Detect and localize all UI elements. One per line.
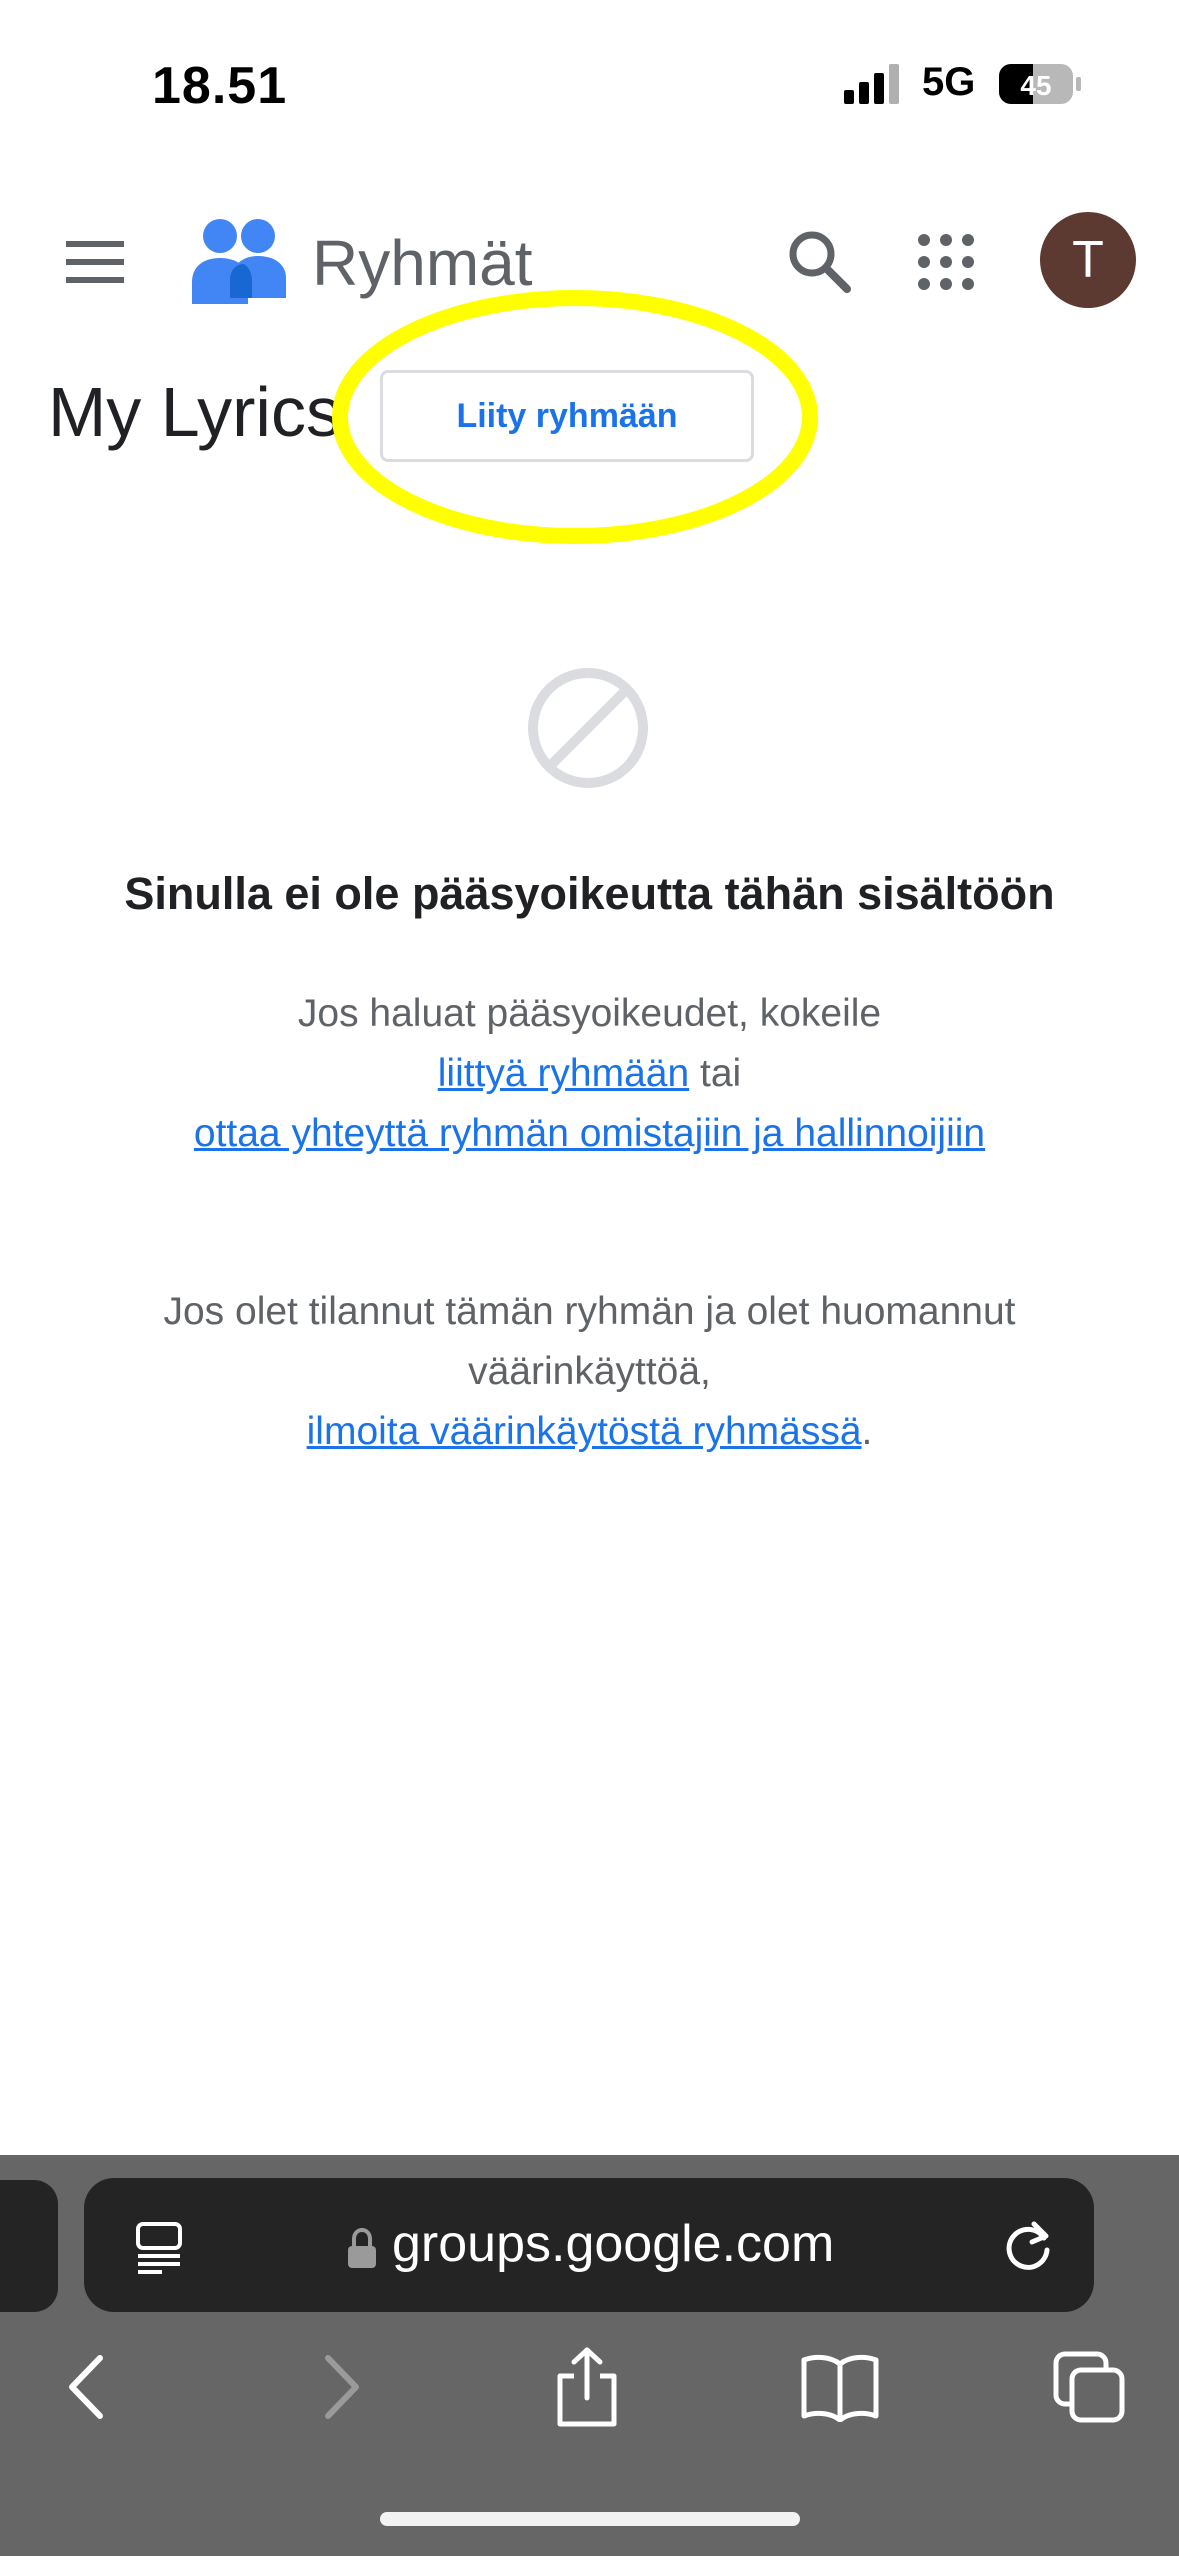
bookmarks-icon[interactable] [800, 2352, 880, 2422]
group-name: My Lyrics [48, 373, 341, 451]
network-type: 5G [922, 60, 976, 104]
menu-icon[interactable] [62, 232, 128, 292]
forward-icon[interactable] [316, 2352, 366, 2422]
share-icon[interactable] [554, 2346, 620, 2428]
groups-logo-icon [192, 219, 286, 304]
battery-level: 45 [1020, 70, 1051, 101]
or-text: tai [700, 1052, 742, 1095]
reload-icon[interactable] [998, 2216, 1058, 2276]
home-indicator [380, 2512, 800, 2526]
blocked-icon [528, 668, 648, 788]
report-abuse-link[interactable]: ilmoita väärinkäytöstä ryhmässä [307, 1410, 862, 1453]
battery-icon: 45 [999, 64, 1081, 104]
back-icon[interactable] [62, 2352, 112, 2422]
lock-icon [348, 2228, 376, 2268]
search-icon[interactable] [784, 226, 854, 296]
reader-icon[interactable] [132, 2220, 186, 2274]
abuse-help-text: Jos olet tilannut tämän ryhmän ja olet h… [160, 1282, 1019, 1462]
url-text[interactable]: groups.google.com [392, 2214, 834, 2274]
apps-grid-icon[interactable] [916, 232, 976, 292]
abuse-help-intro: Jos olet tilannut tämän ryhmän ja olet h… [163, 1290, 1016, 1393]
join-group-link[interactable]: liittyä ryhmään [438, 1052, 689, 1095]
previous-tab-peek[interactable] [0, 2180, 58, 2312]
cellular-signal-icon [844, 64, 899, 104]
highlight-circle-annotation [332, 290, 818, 544]
avatar[interactable]: T [1040, 212, 1136, 308]
tabs-icon[interactable] [1052, 2350, 1126, 2424]
status-time: 18.51 [152, 57, 288, 115]
period-text: . [861, 1410, 873, 1453]
no-access-title: Sinulla ei ole pääsyoikeutta tähän sisäl… [124, 868, 1055, 919]
contact-owners-link[interactable]: ottaa yhteyttä ryhmän omistajiin ja hall… [194, 1112, 985, 1155]
access-help-text: Jos haluat pääsyoikeudet, kokeile liitty… [160, 984, 1019, 1164]
access-help-intro: Jos haluat pääsyoikeudet, kokeile [297, 992, 882, 1035]
